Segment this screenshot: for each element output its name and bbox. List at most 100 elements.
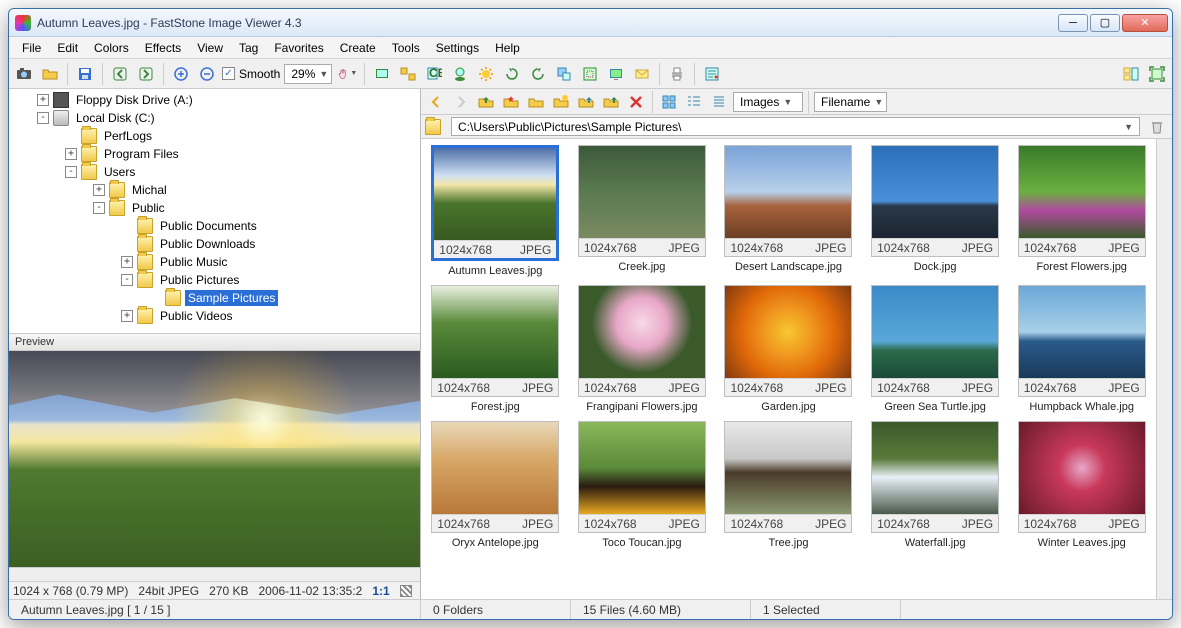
- thumbnail-item[interactable]: 1024x768JPEGDesert Landscape.jpg: [722, 145, 855, 277]
- settings-icon[interactable]: [701, 63, 723, 85]
- thumbnail-item[interactable]: 1024x768JPEGTree.jpg: [722, 421, 855, 549]
- thumbnail-item[interactable]: 1024x768JPEGOryx Antelope.jpg: [429, 421, 562, 549]
- minimize-button[interactable]: ─: [1058, 14, 1088, 32]
- adjust-lighting-icon[interactable]: [475, 63, 497, 85]
- batch-convert-icon[interactable]: CB: [423, 63, 445, 85]
- move-to-icon[interactable]: [600, 91, 622, 113]
- thumbnail-item[interactable]: 1024x768JPEGCreek.jpg: [576, 145, 709, 277]
- tree-item[interactable]: +Floppy Disk Drive (A:): [9, 91, 420, 109]
- wallpaper-icon[interactable]: [605, 63, 627, 85]
- thumbnail-item[interactable]: 1024x768JPEGFrangipani Flowers.jpg: [576, 285, 709, 413]
- fullscreen-icon[interactable]: [1146, 63, 1168, 85]
- tree-item[interactable]: +Program Files: [9, 145, 420, 163]
- thumbnail-item[interactable]: 1024x768JPEGToco Toucan.jpg: [576, 421, 709, 549]
- back-icon[interactable]: [109, 63, 131, 85]
- menu-colors[interactable]: Colors: [87, 39, 136, 57]
- preview-hscrollbar[interactable]: [9, 567, 420, 581]
- collapse-icon[interactable]: -: [121, 274, 133, 286]
- tree-item[interactable]: -Local Disk (C:): [9, 109, 420, 127]
- thumbnail-item[interactable]: 1024x768JPEGWinter Leaves.jpg: [1015, 421, 1148, 549]
- titlebar[interactable]: Autumn Leaves.jpg - FastStone Image View…: [9, 9, 1172, 37]
- print-icon[interactable]: [666, 63, 688, 85]
- slideshow-icon[interactable]: [371, 63, 393, 85]
- thumbnail-item[interactable]: 1024x768JPEGWaterfall.jpg: [869, 421, 1002, 549]
- menu-edit[interactable]: Edit: [50, 39, 85, 57]
- expand-icon[interactable]: +: [93, 184, 105, 196]
- rotate-right-icon[interactable]: [527, 63, 549, 85]
- vscrollbar[interactable]: [1156, 139, 1172, 599]
- details-view-icon[interactable]: [683, 91, 705, 113]
- thumbnail-item[interactable]: 1024x768JPEGForest Flowers.jpg: [1015, 145, 1148, 277]
- view-filter-combo[interactable]: Images▼: [733, 92, 803, 112]
- menu-create[interactable]: Create: [333, 39, 383, 57]
- collapse-icon[interactable]: -: [93, 202, 105, 214]
- delete-icon[interactable]: [625, 91, 647, 113]
- zoom-in-icon[interactable]: [170, 63, 192, 85]
- folder-tree[interactable]: +Floppy Disk Drive (A:)-Local Disk (C:) …: [9, 89, 420, 333]
- menu-file[interactable]: File: [15, 39, 48, 57]
- layout-icon[interactable]: [1120, 63, 1142, 85]
- menu-effects[interactable]: Effects: [138, 39, 188, 57]
- path-input[interactable]: C:\Users\Public\Pictures\Sample Pictures…: [451, 117, 1140, 136]
- expand-icon[interactable]: +: [37, 94, 49, 106]
- menu-help[interactable]: Help: [488, 39, 527, 57]
- collapse-icon[interactable]: -: [37, 112, 49, 124]
- thumbnail-item[interactable]: 1024x768JPEGGreen Sea Turtle.jpg: [869, 285, 1002, 413]
- open-icon[interactable]: [39, 63, 61, 85]
- tree-item[interactable]: -Users: [9, 163, 420, 181]
- rotate-left-icon[interactable]: [501, 63, 523, 85]
- crop-icon[interactable]: [579, 63, 601, 85]
- acquire-icon[interactable]: [13, 63, 35, 85]
- tree-item[interactable]: PerfLogs: [9, 127, 420, 145]
- menu-favorites[interactable]: Favorites: [267, 39, 330, 57]
- expand-icon[interactable]: +: [121, 256, 133, 268]
- save-icon[interactable]: [74, 63, 96, 85]
- tree-item[interactable]: Public Documents: [9, 217, 420, 235]
- collapse-icon[interactable]: -: [65, 166, 77, 178]
- expand-icon[interactable]: +: [65, 148, 77, 160]
- close-button[interactable]: ✕: [1122, 14, 1168, 32]
- preview-ratio[interactable]: 1:1: [372, 584, 389, 598]
- compare-icon[interactable]: [397, 63, 419, 85]
- thumbnail-item[interactable]: 1024x768JPEGAutumn Leaves.jpg: [429, 145, 562, 277]
- zoom-combo[interactable]: 29%▼: [284, 64, 332, 84]
- tree-item[interactable]: Sample Pictures: [9, 289, 420, 307]
- tree-item[interactable]: -Public Pictures: [9, 271, 420, 289]
- tree-item[interactable]: Public Downloads: [9, 235, 420, 253]
- recycle-bin-icon[interactable]: [1146, 116, 1168, 138]
- folder-up-icon[interactable]: [475, 91, 497, 113]
- tree-item[interactable]: +Michal: [9, 181, 420, 199]
- nav-forward-icon[interactable]: [450, 91, 472, 113]
- email-icon[interactable]: [631, 63, 653, 85]
- tree-item[interactable]: -Public: [9, 199, 420, 217]
- expand-icon[interactable]: +: [121, 310, 133, 322]
- forward-icon[interactable]: [135, 63, 157, 85]
- thumbnail-item[interactable]: 1024x768JPEGGarden.jpg: [722, 285, 855, 413]
- home-folder-icon[interactable]: [525, 91, 547, 113]
- thumbnail-grid[interactable]: 1024x768JPEGAutumn Leaves.jpg1024x768JPE…: [421, 139, 1156, 599]
- smooth-checkbox[interactable]: ✓Smooth: [222, 67, 280, 81]
- thumbnail-item[interactable]: 1024x768JPEGHumpback Whale.jpg: [1015, 285, 1148, 413]
- new-folder-icon[interactable]: [550, 91, 572, 113]
- list-view-icon[interactable]: [708, 91, 730, 113]
- menu-settings[interactable]: Settings: [429, 39, 486, 57]
- thumbnail-item[interactable]: 1024x768JPEGDock.jpg: [869, 145, 1002, 277]
- hand-tool-icon[interactable]: ▼: [336, 63, 358, 85]
- resize-icon[interactable]: [553, 63, 575, 85]
- maximize-button[interactable]: ▢: [1090, 14, 1120, 32]
- thumbnails-view-icon[interactable]: [658, 91, 680, 113]
- thumbnail-item[interactable]: 1024x768JPEGForest.jpg: [429, 285, 562, 413]
- menu-tag[interactable]: Tag: [232, 39, 265, 57]
- screen-capture-icon[interactable]: [449, 63, 471, 85]
- nav-back-icon[interactable]: [425, 91, 447, 113]
- menu-view[interactable]: View: [190, 39, 230, 57]
- menu-tools[interactable]: Tools: [385, 39, 427, 57]
- histogram-icon[interactable]: [400, 585, 412, 597]
- favorites-folder-icon[interactable]: [500, 91, 522, 113]
- preview-pane[interactable]: [9, 351, 420, 581]
- copy-to-icon[interactable]: [575, 91, 597, 113]
- tree-item[interactable]: +Public Videos: [9, 307, 420, 325]
- zoom-out-icon[interactable]: [196, 63, 218, 85]
- sort-combo[interactable]: Filename▼: [814, 92, 887, 112]
- tree-item[interactable]: +Public Music: [9, 253, 420, 271]
